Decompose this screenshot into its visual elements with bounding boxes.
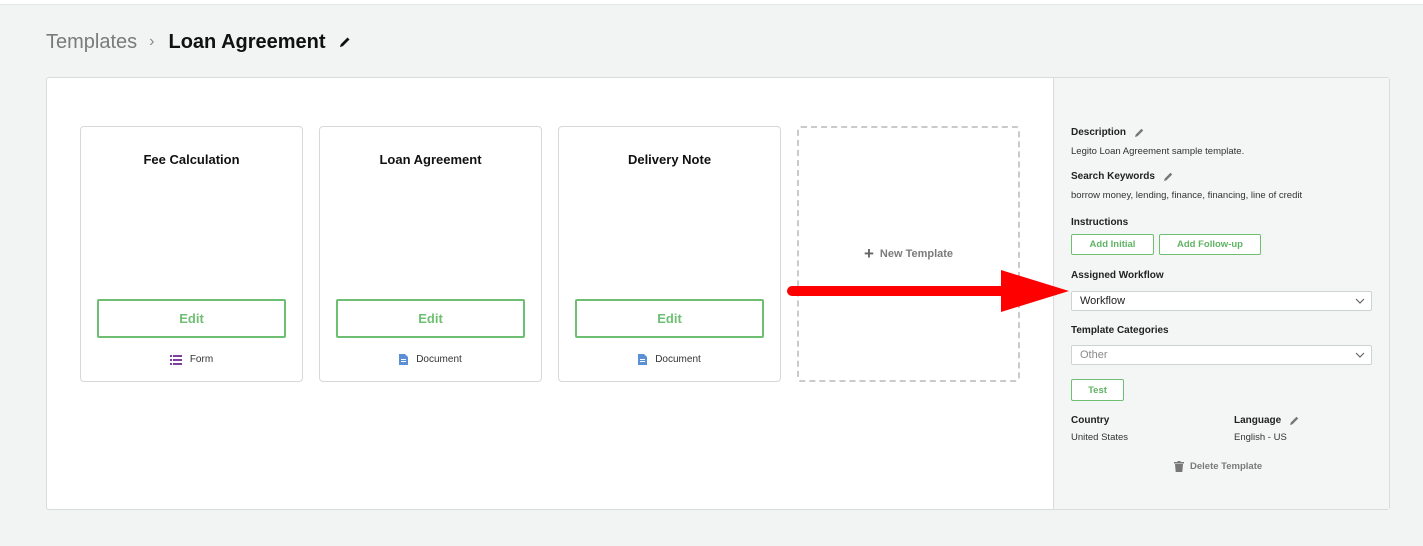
- trash-icon: [1174, 461, 1184, 472]
- card-title: Delivery Note: [627, 152, 712, 167]
- search-keywords-value: borrow money, lending, finance, financin…: [1071, 190, 1303, 201]
- card-title: Loan Agreement: [379, 152, 482, 167]
- description-label: Description: [1071, 127, 1145, 138]
- edit-button[interactable]: Edit: [97, 299, 286, 338]
- template-card-loan-agreement[interactable]: Loan Agreement Edit Document: [319, 126, 542, 382]
- assigned-workflow-label: Assigned Workflow: [1071, 270, 1164, 281]
- breadcrumb-separator: ›: [149, 33, 155, 50]
- template-categories-label: Template Categories: [1071, 325, 1169, 336]
- card-type-label: Document: [416, 354, 462, 365]
- plus-icon: +: [863, 244, 874, 263]
- language-value: English - US: [1234, 432, 1287, 443]
- template-panel: Fee Calculation Edit Form Loan Agreement…: [46, 77, 1390, 510]
- search-keywords-label-text: Search Keywords: [1071, 171, 1155, 182]
- edit-title-pencil-icon[interactable]: [338, 35, 352, 49]
- add-initial-button[interactable]: Add Initial: [1071, 234, 1154, 255]
- card-type: Document: [559, 354, 780, 365]
- instructions-label: Instructions: [1071, 217, 1129, 228]
- add-follow-up-button[interactable]: Add Follow-up: [1159, 234, 1261, 255]
- description-value: Legito Loan Agreement sample template.: [1071, 146, 1245, 157]
- language-label: Language: [1234, 415, 1300, 426]
- card-type-label: Document: [655, 354, 701, 365]
- document-icon: [399, 354, 409, 365]
- delete-template-button[interactable]: Delete Template: [1174, 461, 1262, 472]
- edit-language-pencil-icon[interactable]: [1289, 415, 1300, 426]
- template-categories-placeholder: Other: [1080, 349, 1108, 361]
- search-keywords-label: Search Keywords: [1071, 171, 1174, 182]
- template-categories-select[interactable]: Other: [1071, 345, 1372, 365]
- description-label-text: Description: [1071, 127, 1127, 138]
- card-title: Fee Calculation: [143, 152, 240, 167]
- document-icon: [638, 354, 648, 365]
- country-label: Country: [1071, 415, 1110, 426]
- edit-description-pencil-icon[interactable]: [1134, 127, 1145, 138]
- new-template-label: New Template: [879, 248, 954, 260]
- template-details-sidebar: Description Legito Loan Agreement sample…: [1053, 78, 1389, 509]
- page-title: Loan Agreement: [168, 30, 326, 53]
- card-type: Document: [320, 354, 541, 365]
- top-bar: [0, 0, 1423, 5]
- breadcrumb-templates-link[interactable]: Templates: [46, 31, 137, 54]
- card-type-label: Form: [189, 354, 214, 365]
- workflow-select[interactable]: Workflow: [1071, 291, 1372, 311]
- delete-template-label: Delete Template: [1190, 461, 1263, 472]
- chevron-down-icon: [1355, 352, 1365, 358]
- template-card-fee-calculation[interactable]: Fee Calculation Edit Form: [80, 126, 303, 382]
- country-value: United States: [1071, 432, 1129, 443]
- language-label-text: Language: [1234, 415, 1282, 426]
- edit-button[interactable]: Edit: [336, 299, 525, 338]
- edit-button[interactable]: Edit: [575, 299, 764, 338]
- workflow-select-value: Workflow: [1080, 295, 1126, 307]
- red-arrow-annotation: [787, 270, 1069, 312]
- chevron-down-icon: [1355, 298, 1365, 304]
- breadcrumb: Templates › Loan Agreement: [46, 28, 352, 56]
- new-template-button[interactable]: + New Template: [797, 126, 1020, 382]
- edit-keywords-pencil-icon[interactable]: [1163, 171, 1174, 182]
- template-card-delivery-note[interactable]: Delivery Note Edit Document: [558, 126, 781, 382]
- list-icon: [169, 354, 182, 365]
- test-category-button[interactable]: Test: [1071, 379, 1124, 401]
- card-type: Form: [81, 354, 302, 365]
